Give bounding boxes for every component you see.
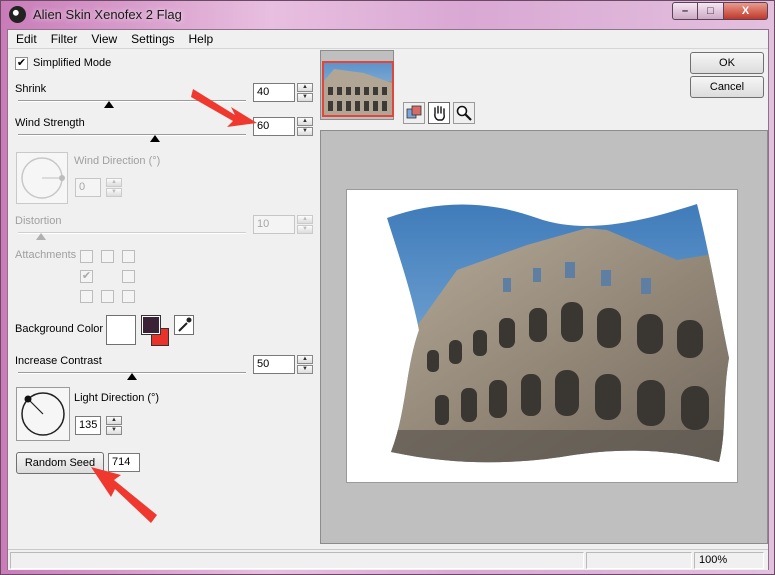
compare-button[interactable]	[403, 102, 425, 124]
attachments-label: Attachments	[15, 249, 77, 261]
shrink-label: Shrink	[15, 83, 47, 95]
wind-direction-spinner[interactable]: ▲ ▼	[106, 178, 122, 197]
flag-preview-image	[387, 204, 729, 463]
shrink-slider-thumb[interactable]	[104, 101, 115, 108]
preview-canvas[interactable]	[346, 189, 738, 483]
attachment-bottom-left[interactable]	[80, 290, 93, 303]
simplified-mode-checkbox[interactable]: ✔	[15, 57, 28, 70]
increase-contrast-label: Increase Contrast	[15, 355, 102, 367]
light-direction-label: Light Direction (°)	[74, 392, 160, 404]
shrink-spinner[interactable]: ▲ ▼	[297, 83, 313, 102]
increase-contrast-spin-up[interactable]: ▲	[297, 355, 313, 364]
attachment-middle-right[interactable]	[122, 270, 135, 283]
close-button[interactable]: X	[724, 2, 768, 20]
attachment-top-right[interactable]	[122, 250, 135, 263]
annotation-arrow-random-seed	[91, 467, 157, 523]
wind-direction-value-input[interactable]: 0	[75, 178, 101, 197]
attachment-bottom-center[interactable]	[101, 290, 114, 303]
light-direction-spin-down[interactable]: ▼	[106, 426, 122, 435]
ok-button[interactable]: OK	[690, 52, 764, 74]
wind-strength-spinner[interactable]: ▲ ▼	[297, 117, 313, 136]
status-message-cell	[10, 552, 584, 569]
alien-skin-logo-icon	[9, 6, 26, 23]
wind-strength-spin-down[interactable]: ▼	[297, 127, 313, 136]
eyedropper-button[interactable]	[174, 315, 194, 335]
wind-direction-dial[interactable]	[16, 152, 68, 204]
compare-icon	[406, 105, 422, 119]
shrink-spin-down[interactable]: ▼	[297, 93, 313, 102]
wind-strength-spin-up[interactable]: ▲	[297, 117, 313, 126]
attachment-middle-left[interactable]: ✔	[80, 270, 93, 283]
menu-settings[interactable]: Settings	[123, 30, 180, 48]
cancel-button[interactable]: Cancel	[690, 76, 764, 98]
menu-filter[interactable]: Filter	[43, 30, 84, 48]
navigator-thumbnail-box[interactable]	[320, 50, 394, 120]
menu-edit[interactable]: Edit	[8, 30, 43, 48]
colosseum-thumbnail-graphic	[324, 69, 392, 115]
increase-contrast-spin-down[interactable]: ▼	[297, 365, 313, 374]
annotation-arrow-wind-strength	[191, 89, 257, 127]
hand-pan-button[interactable]	[428, 102, 450, 124]
increase-contrast-slider-thumb[interactable]	[127, 373, 137, 380]
distortion-label: Distortion	[15, 215, 62, 227]
attachment-top-left[interactable]	[80, 250, 93, 263]
primary-color-swatch[interactable]	[141, 315, 161, 335]
window-controls: – □ X	[672, 2, 768, 20]
background-color-label: Background Color	[15, 323, 104, 335]
light-direction-dial[interactable]	[16, 387, 70, 441]
attachment-top-center[interactable]	[101, 250, 114, 263]
shrink-spin-up[interactable]: ▲	[297, 83, 313, 92]
light-direction-dial-graphic	[21, 392, 65, 436]
zoom-level: 100%	[694, 552, 764, 569]
wind-strength-slider-thumb[interactable]	[149, 135, 160, 142]
increase-contrast-value-input[interactable]: 50	[253, 355, 295, 374]
controls-panel: ✔ Simplified Mode Shrink 40 ▲ ▼ Wind Str…	[8, 50, 320, 550]
attachment-bottom-right[interactable]	[122, 290, 135, 303]
preview-area[interactable]	[320, 130, 768, 544]
distortion-spinner[interactable]: ▲ ▼	[297, 215, 313, 234]
distortion-value-input[interactable]: 10	[253, 215, 295, 234]
application-window: Alien Skin Xenofex 2 Flag – □ X Edit Fil…	[0, 0, 775, 575]
minimize-button[interactable]: –	[672, 2, 698, 20]
distortion-slider-track[interactable]	[18, 232, 246, 234]
colosseum-thumbnail[interactable]	[322, 61, 394, 117]
background-color-swatch[interactable]	[106, 315, 136, 345]
maximize-button[interactable]: □	[698, 2, 724, 20]
wind-direction-dial-graphic	[21, 157, 65, 199]
light-direction-spinner[interactable]: ▲ ▼	[106, 416, 122, 435]
light-direction-spin-up[interactable]: ▲	[106, 416, 122, 425]
simplified-mode-label: Simplified Mode	[33, 57, 112, 69]
zoom-button[interactable]	[453, 102, 475, 124]
zoom-magnifier-icon	[456, 105, 472, 121]
eyedropper-icon	[178, 317, 192, 332]
wind-strength-label: Wind Strength	[15, 117, 85, 129]
distortion-slider-thumb[interactable]	[35, 233, 46, 240]
light-direction-value-input[interactable]: 135	[75, 416, 101, 435]
distortion-spin-down[interactable]: ▼	[297, 225, 313, 234]
status-info-cell	[586, 552, 692, 569]
wind-direction-label: Wind Direction (°)	[74, 155, 161, 167]
menu-help[interactable]: Help	[181, 30, 220, 48]
wind-direction-spin-down[interactable]: ▼	[106, 188, 122, 197]
hand-pan-icon	[434, 105, 445, 121]
increase-contrast-spinner[interactable]: ▲ ▼	[297, 355, 313, 374]
status-bar: 100%	[8, 549, 768, 570]
wind-direction-spin-up[interactable]: ▲	[106, 178, 122, 187]
window-title: Alien Skin Xenofex 2 Flag	[33, 7, 182, 22]
distortion-spin-up[interactable]: ▲	[297, 215, 313, 224]
menu-view[interactable]: View	[83, 30, 123, 48]
title-bar[interactable]: Alien Skin Xenofex 2 Flag – □ X	[1, 1, 774, 29]
menu-bar: Edit Filter View Settings Help	[8, 30, 768, 49]
